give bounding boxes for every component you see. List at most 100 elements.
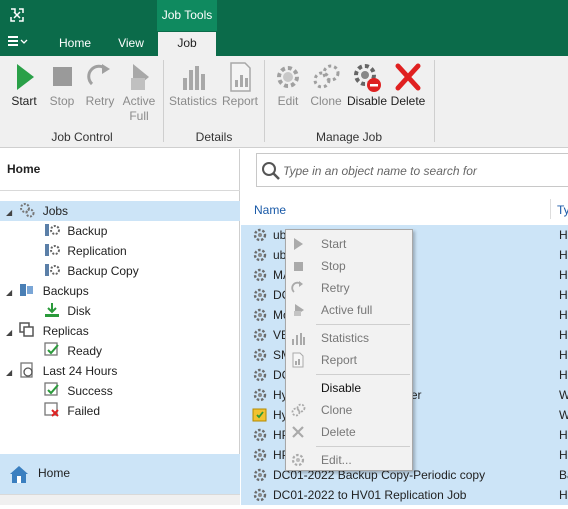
tree-item-success[interactable]: Success bbox=[44, 381, 113, 401]
job-gear-icon bbox=[252, 387, 268, 403]
tree-item-backup[interactable]: Backup bbox=[44, 221, 107, 241]
job-row[interactable]: DC01-2022 to HV01 Replication Job H bbox=[241, 485, 568, 505]
tree-item-jobs[interactable]: ◢ Jobs bbox=[0, 201, 240, 221]
job-type: Ba bbox=[559, 468, 568, 482]
ready-check-icon bbox=[44, 342, 59, 356]
play-icon bbox=[17, 64, 34, 90]
expand-arrow-icon[interactable]: ◢ bbox=[6, 283, 16, 303]
menu-item-report[interactable]: Report bbox=[286, 349, 412, 371]
replicas-icon bbox=[19, 322, 35, 337]
stop-icon bbox=[53, 67, 72, 86]
statistics-icon bbox=[183, 66, 205, 90]
context-tab-group-job-tools: Job Tools bbox=[157, 0, 217, 31]
search-icon bbox=[262, 162, 280, 180]
disable-button[interactable]: Disable bbox=[346, 60, 388, 109]
column-divider[interactable] bbox=[550, 199, 551, 219]
expand-arrow-icon[interactable]: ◢ bbox=[6, 363, 16, 383]
edit-button[interactable]: Edit bbox=[270, 60, 306, 109]
group-label-details: Details bbox=[195, 130, 233, 144]
nav-section-home-button[interactable]: Home bbox=[0, 454, 240, 494]
menu-item-edit[interactable]: Edit... bbox=[286, 449, 412, 471]
disable-gear-icon bbox=[354, 64, 381, 92]
job-type: H bbox=[559, 288, 568, 302]
job-type: H bbox=[559, 308, 568, 322]
nav-pane-title: Home bbox=[7, 162, 41, 176]
stop-button[interactable]: Stop bbox=[44, 60, 80, 109]
menu-item-stop[interactable]: Stop bbox=[286, 255, 412, 277]
disk-download-icon bbox=[45, 303, 59, 317]
job-type: H bbox=[559, 228, 568, 242]
job-type: W bbox=[559, 408, 568, 422]
retry-icon bbox=[87, 64, 110, 86]
job-type: H bbox=[559, 448, 568, 462]
retry-button[interactable]: Retry bbox=[82, 60, 118, 109]
tree-item-replication[interactable]: Replication bbox=[44, 241, 127, 261]
backups-icon bbox=[20, 284, 34, 296]
backup-copy-job-icon bbox=[45, 264, 60, 276]
tab-job[interactable]: Job bbox=[158, 32, 216, 56]
job-gear-icon bbox=[252, 287, 268, 303]
job-type: H bbox=[559, 428, 568, 442]
success-check-icon bbox=[44, 382, 59, 396]
context-menu: Start Stop Retry Active full Statistics … bbox=[285, 229, 413, 471]
active-full-icon bbox=[131, 64, 149, 90]
statistics-button[interactable]: Statistics bbox=[168, 60, 218, 109]
active-full-button[interactable]: Active Full bbox=[118, 60, 160, 124]
tree-item-backups[interactable]: ◢ Backups bbox=[6, 281, 89, 301]
expand-arrow-icon[interactable]: ◢ bbox=[6, 203, 16, 223]
hamburger-icon bbox=[8, 35, 28, 46]
title-bar: Job Tools Home View Job bbox=[0, 0, 568, 56]
menu-item-clone[interactable]: Clone bbox=[286, 399, 412, 421]
replication-job-icon bbox=[45, 244, 60, 256]
tree-item-failed[interactable]: Failed bbox=[44, 401, 100, 421]
menu-item-active-full[interactable]: Active full bbox=[286, 299, 412, 321]
delete-x-icon bbox=[292, 426, 304, 438]
menu-item-retry[interactable]: Retry bbox=[286, 277, 412, 299]
tree-item-disk[interactable]: Disk bbox=[44, 301, 91, 321]
search-input[interactable] bbox=[283, 161, 568, 181]
jobs-gear-icon bbox=[20, 203, 35, 218]
start-button[interactable]: Start bbox=[6, 60, 42, 109]
menu-item-start[interactable]: Start bbox=[286, 233, 412, 255]
menu-item-delete[interactable]: Delete bbox=[286, 421, 412, 443]
group-label-manage-job: Manage Job bbox=[315, 130, 383, 144]
divider bbox=[0, 190, 240, 191]
clone-button[interactable]: Clone bbox=[306, 60, 346, 109]
job-type: W bbox=[559, 388, 568, 402]
job-type: H bbox=[559, 488, 568, 502]
app-logo-icon bbox=[10, 8, 24, 22]
navigation-pane: Home ◢ Jobs Backup Replication Backup Co… bbox=[0, 149, 240, 505]
job-type: H bbox=[559, 348, 568, 362]
delete-x-icon bbox=[395, 63, 421, 91]
play-icon bbox=[294, 238, 303, 250]
job-gear-icon bbox=[252, 347, 268, 363]
backup-job-icon bbox=[45, 224, 60, 236]
agent-job-icon bbox=[252, 407, 268, 423]
context-tab-group-label: Job Tools bbox=[161, 8, 213, 22]
menu-item-disable[interactable]: Disable bbox=[286, 377, 412, 399]
job-name: DC01-2022 to HV01 Replication Job bbox=[273, 488, 467, 502]
job-gear-icon bbox=[252, 487, 268, 503]
tab-view[interactable]: View bbox=[110, 32, 152, 56]
delete-button[interactable]: Delete bbox=[389, 60, 427, 109]
tree-item-ready[interactable]: Ready bbox=[44, 341, 102, 361]
nav-section-strip bbox=[0, 494, 240, 505]
expand-arrow-icon[interactable]: ◢ bbox=[6, 323, 16, 343]
failed-x-icon bbox=[44, 402, 59, 417]
tree-item-replicas[interactable]: ◢ Replicas bbox=[6, 321, 89, 341]
search-box[interactable] bbox=[256, 153, 568, 187]
job-type: H bbox=[559, 368, 568, 382]
main-menu-button[interactable] bbox=[8, 33, 34, 51]
tree-item-backup-copy[interactable]: Backup Copy bbox=[44, 261, 139, 281]
job-gear-icon bbox=[252, 467, 268, 483]
column-header-name[interactable]: Name bbox=[254, 203, 286, 217]
job-gear-icon bbox=[252, 367, 268, 383]
report-button[interactable]: Report bbox=[220, 60, 260, 109]
tree-item-last-24-hours[interactable]: ◢ Last 24 Hours bbox=[6, 361, 117, 381]
stop-icon bbox=[294, 262, 303, 271]
menu-item-statistics[interactable]: Statistics bbox=[286, 327, 412, 349]
job-type: H bbox=[559, 248, 568, 262]
clone-gear-icon bbox=[291, 403, 306, 417]
tab-home[interactable]: Home bbox=[50, 32, 100, 56]
column-header-type[interactable]: Ty bbox=[557, 203, 568, 217]
